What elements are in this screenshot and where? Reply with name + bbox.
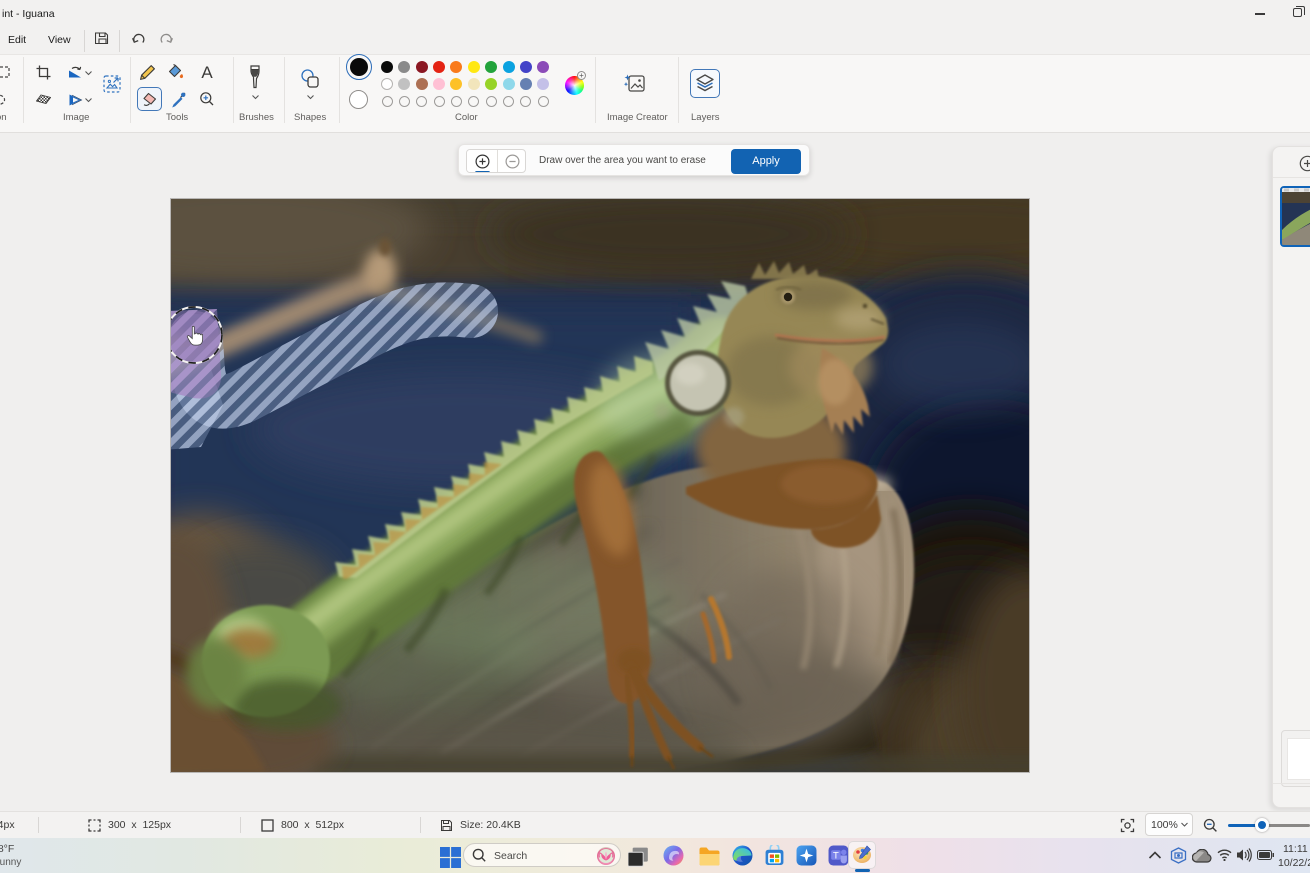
svg-text:T: T	[833, 851, 839, 862]
svg-text:A: A	[201, 63, 213, 81]
